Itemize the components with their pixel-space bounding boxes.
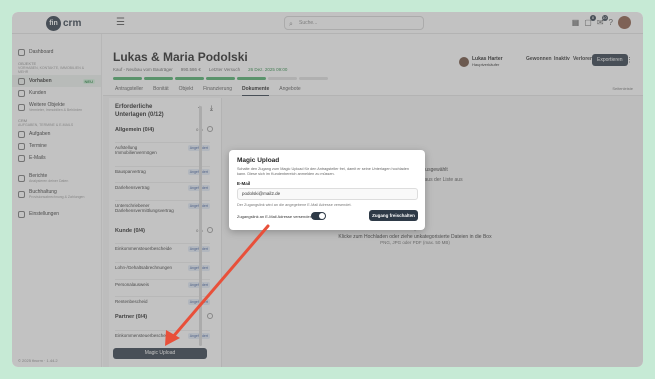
toggle-label: Zugangslink an E-Mail Adresse versenden [237, 214, 312, 219]
grant-access-button[interactable]: Zugang freischalten [369, 210, 418, 221]
email-note: Der Zugangslink wird an die angegebene E… [237, 203, 352, 207]
email-label: E-Mail [237, 181, 251, 186]
dialog-description: Schalte den Zugang zum Magic Upload für … [237, 167, 410, 176]
dialog-title: Magic Upload [237, 157, 280, 164]
send-link-toggle[interactable] [311, 212, 326, 220]
email-field[interactable]: podolski@mail2.de [237, 188, 418, 200]
magic-upload-dialog: Magic Upload Schalte den Zugang zum Magi… [229, 150, 425, 230]
